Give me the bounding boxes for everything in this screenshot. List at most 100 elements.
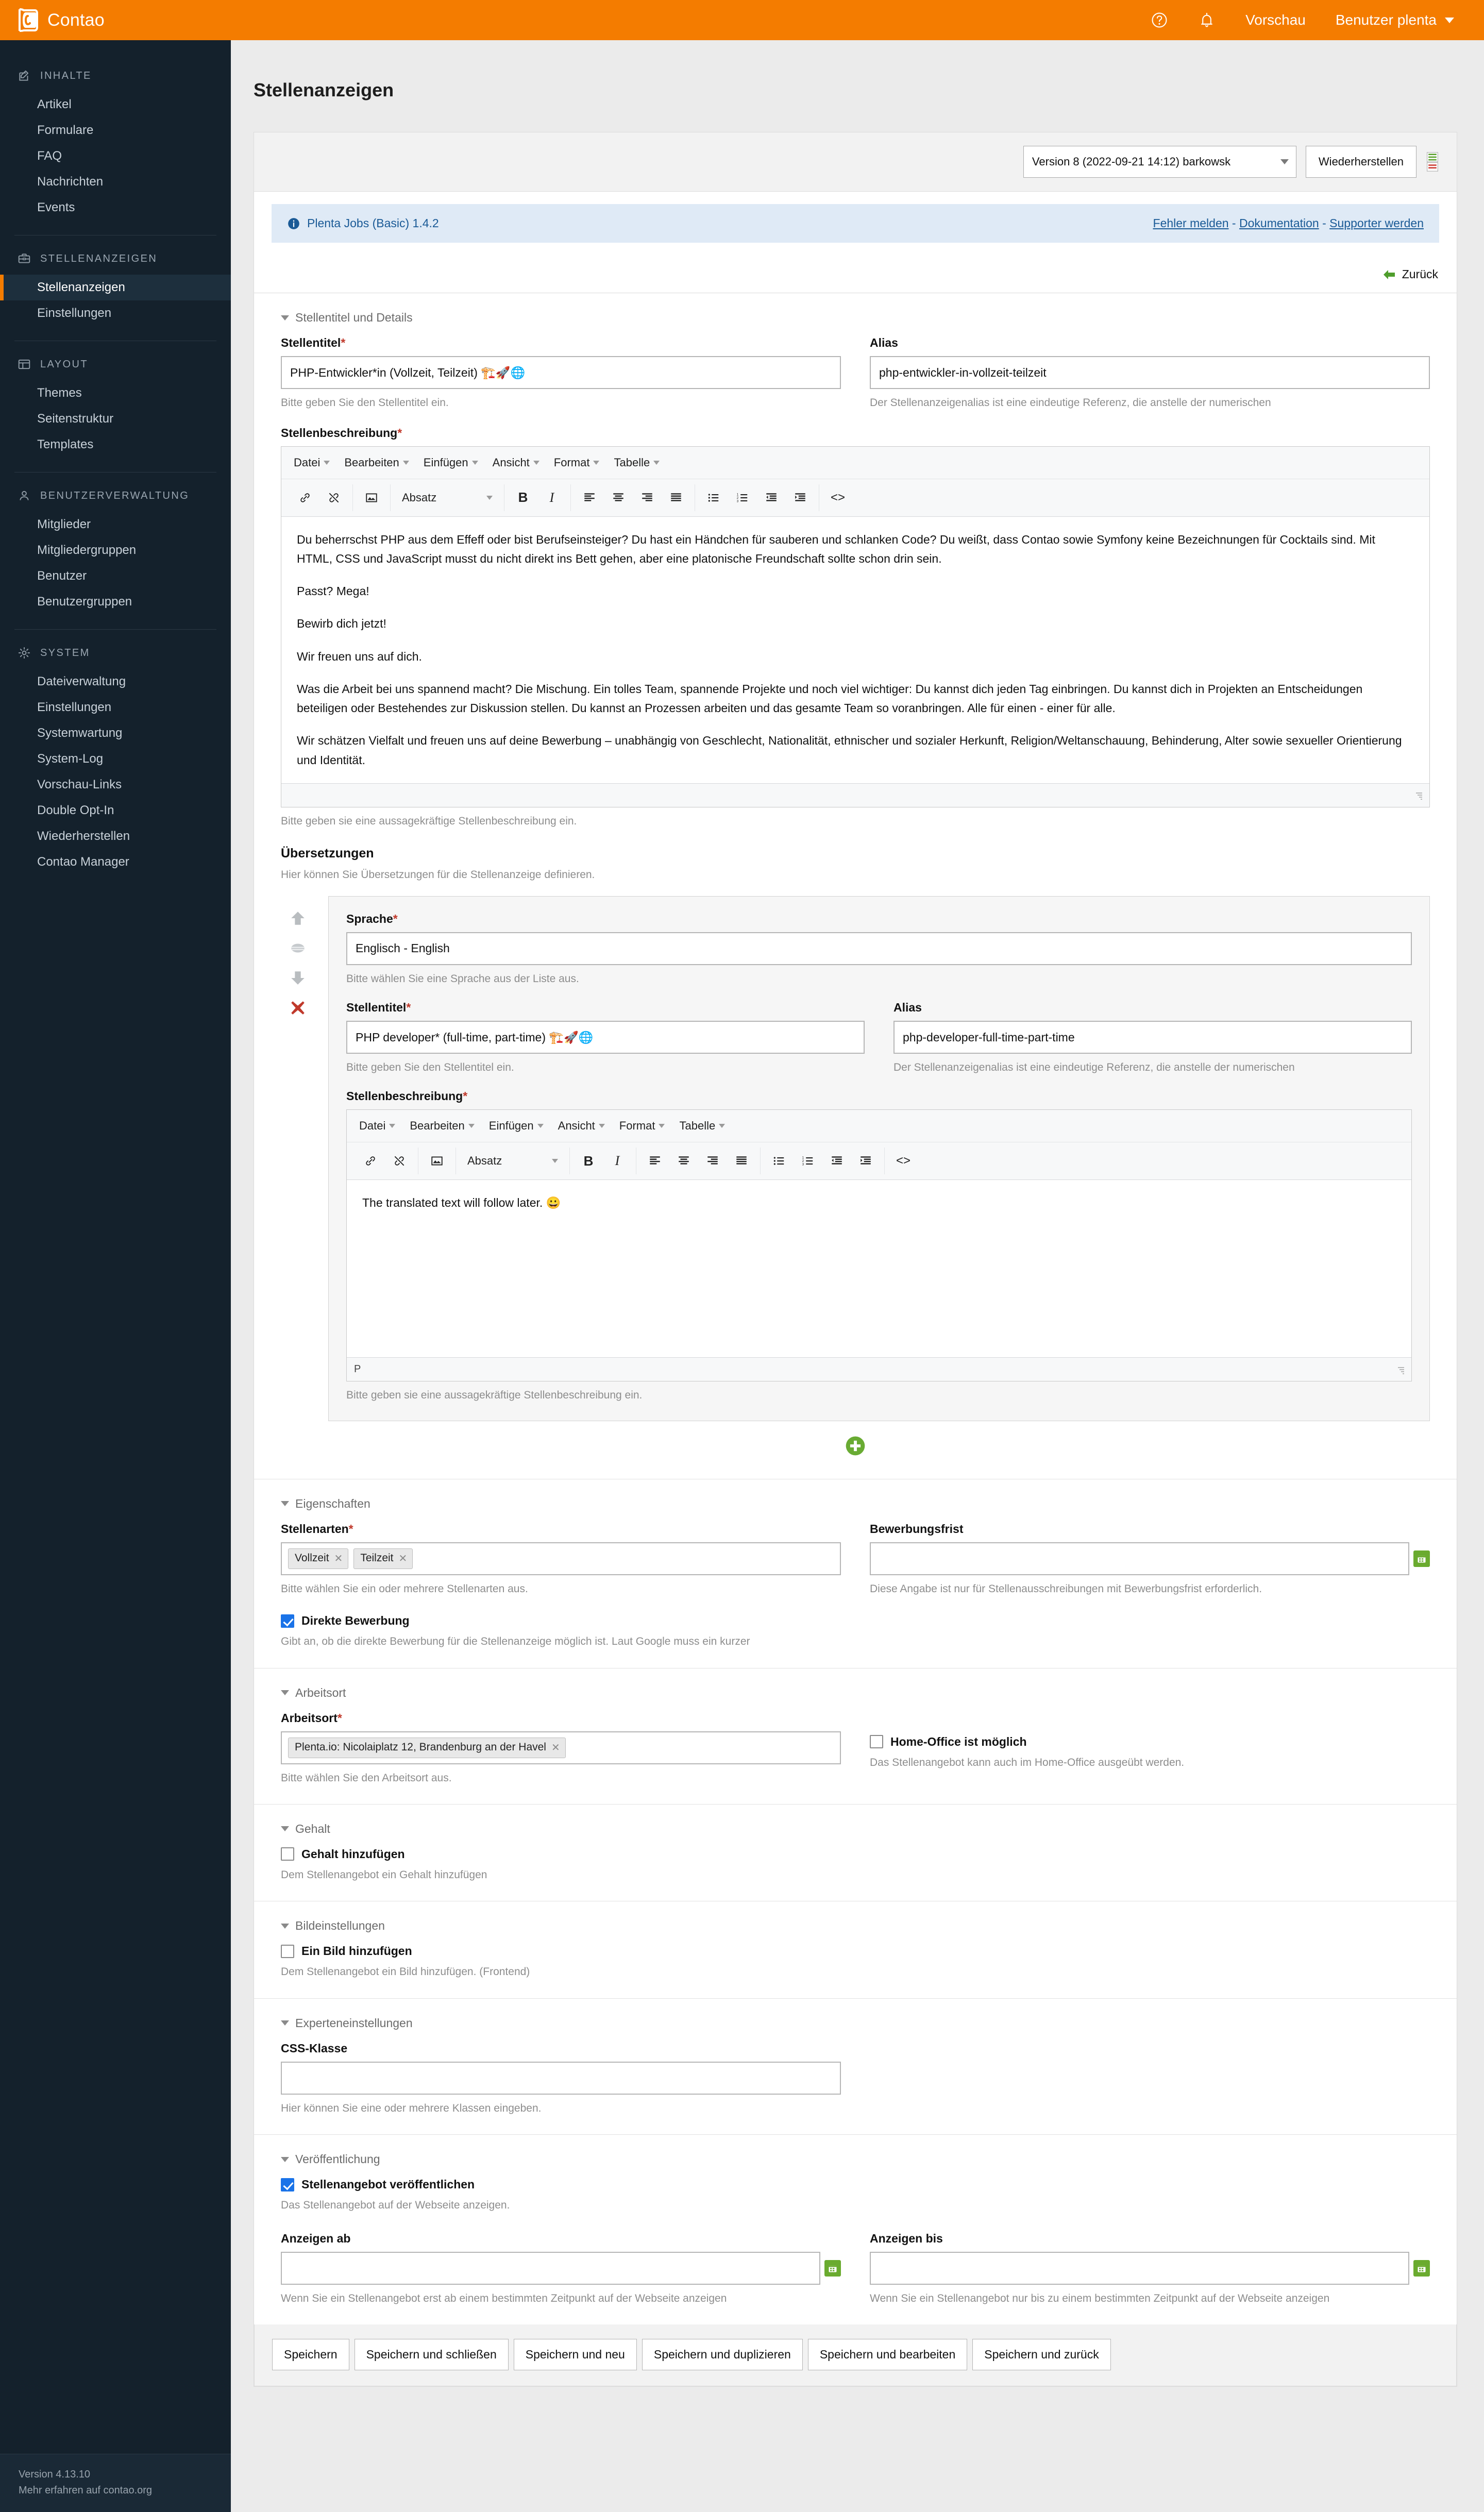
anzeigen-bis-input[interactable] bbox=[870, 2251, 1409, 2285]
editor-menu-bearbeiten[interactable]: Bearbeiten bbox=[337, 454, 416, 471]
editor-menu-ansicht[interactable]: Ansicht bbox=[485, 454, 547, 471]
preview-link[interactable]: Vorschau bbox=[1245, 12, 1306, 28]
align-left-icon[interactable] bbox=[642, 1148, 668, 1174]
align-justify-icon[interactable] bbox=[728, 1148, 755, 1174]
alias-input[interactable] bbox=[870, 356, 1430, 390]
nav-group-header-layout[interactable]: LAYOUT bbox=[0, 349, 231, 380]
editor-content-translation[interactable]: The translated text will follow later. 😀 bbox=[347, 1180, 1411, 1358]
legend-publish[interactable]: Veröffentlichung bbox=[281, 2146, 1430, 2178]
unlink-icon[interactable] bbox=[321, 484, 347, 511]
arrow-up-icon[interactable] bbox=[289, 909, 307, 927]
sprache-select[interactable]: Englisch - English bbox=[346, 932, 1412, 965]
sidebar-item-einstellungen[interactable]: Einstellungen bbox=[0, 300, 231, 326]
homeoffice-checkbox[interactable] bbox=[870, 1735, 883, 1749]
editor-format-select[interactable]: Absatz bbox=[461, 1148, 564, 1174]
sidebar-item-stellenanzeigen[interactable]: Stellenanzeigen bbox=[0, 275, 231, 300]
image-icon[interactable] bbox=[358, 484, 385, 511]
submit-speichern-und-neu[interactable]: Speichern und neu bbox=[513, 2338, 637, 2370]
nav-group-header-stellenanzeigen[interactable]: STELLENANZEIGEN bbox=[0, 244, 231, 275]
drag-handle-icon[interactable] bbox=[289, 939, 307, 957]
submit-speichern[interactable]: Speichern bbox=[272, 2338, 349, 2370]
arbeitsort-tagfield[interactable]: Plenta.io: Nicolaiplatz 12, Brandenburg … bbox=[281, 1731, 841, 1764]
nav-group-header-system[interactable]: SYSTEM bbox=[0, 638, 231, 669]
sidebar-item-benutzergruppen[interactable]: Benutzergruppen bbox=[0, 589, 231, 615]
sidebar-item-seitenstruktur[interactable]: Seitenstruktur bbox=[0, 406, 231, 432]
become-supporter-link[interactable]: Supporter werden bbox=[1329, 216, 1424, 230]
legend-workplace[interactable]: Arbeitsort bbox=[281, 1680, 1430, 1711]
link-icon[interactable] bbox=[292, 484, 318, 511]
back-button[interactable]: Zurück bbox=[1382, 267, 1438, 281]
editor-resize-handle[interactable] bbox=[1413, 790, 1422, 800]
version-diff-icon[interactable] bbox=[1426, 151, 1439, 172]
sidebar-item-artikel[interactable]: Artikel bbox=[0, 92, 231, 117]
add-circle-icon[interactable] bbox=[844, 1435, 867, 1457]
restore-version-button[interactable]: Wiederherstellen bbox=[1305, 146, 1416, 178]
sidebar-item-mitglieder[interactable]: Mitglieder bbox=[0, 512, 231, 537]
editor-format-select[interactable]: Absatz bbox=[396, 484, 499, 511]
bold-icon[interactable]: B bbox=[510, 484, 536, 511]
align-center-icon[interactable] bbox=[605, 484, 632, 511]
calendar-picker-icon[interactable] bbox=[1413, 1550, 1430, 1567]
gehalt-hinzufuegen-checkbox[interactable] bbox=[281, 1847, 294, 1861]
legend-salary[interactable]: Gehalt bbox=[281, 1816, 1430, 1847]
sidebar-item-faq[interactable]: FAQ bbox=[0, 143, 231, 169]
editor-menu-bearbeiten[interactable]: Bearbeiten bbox=[402, 1117, 481, 1135]
nav-group-header-inhalte[interactable]: INHALTE bbox=[0, 61, 231, 92]
submit-speichern-und-schließen[interactable]: Speichern und schließen bbox=[354, 2338, 509, 2370]
submit-speichern-und-bearbeiten[interactable]: Speichern und bearbeiten bbox=[807, 2338, 968, 2370]
source-code-icon[interactable]: <> bbox=[890, 1148, 917, 1174]
report-bug-link[interactable]: Fehler melden bbox=[1153, 216, 1229, 230]
sidebar-item-events[interactable]: Events bbox=[0, 195, 231, 221]
source-code-icon[interactable]: <> bbox=[824, 484, 851, 511]
veroeffentlichen-checkbox[interactable] bbox=[281, 2178, 294, 2191]
sidebar-item-system-log[interactable]: System-Log bbox=[0, 746, 231, 772]
editor-menu-einfügen[interactable]: Einfügen bbox=[416, 454, 485, 471]
legend-properties[interactable]: Eigenschaften bbox=[281, 1491, 1430, 1522]
sidebar-item-systemwartung[interactable]: Systemwartung bbox=[0, 720, 231, 746]
bewerbungsfrist-input[interactable] bbox=[870, 1542, 1409, 1575]
sidebar-item-mitgliedergruppen[interactable]: Mitgliedergruppen bbox=[0, 537, 231, 563]
sidebar-item-dateiverwaltung[interactable]: Dateiverwaltung bbox=[0, 669, 231, 695]
bullet-list-icon[interactable] bbox=[700, 484, 727, 511]
bell-icon[interactable] bbox=[1198, 11, 1216, 29]
indent-icon[interactable] bbox=[787, 484, 814, 511]
sidebar-item-formulare[interactable]: Formulare bbox=[0, 117, 231, 143]
sidebar-item-einstellungen[interactable]: Einstellungen bbox=[0, 695, 231, 720]
numbered-list-icon[interactable]: 123 bbox=[795, 1148, 821, 1174]
sidebar-item-wiederherstellen[interactable]: Wiederherstellen bbox=[0, 823, 231, 849]
sidebar-item-benutzer[interactable]: Benutzer bbox=[0, 563, 231, 589]
italic-icon[interactable]: I bbox=[538, 484, 565, 511]
outdent-icon[interactable] bbox=[823, 1148, 850, 1174]
sidebar-item-nachrichten[interactable]: Nachrichten bbox=[0, 169, 231, 195]
legend-details[interactable]: Stellentitel und Details bbox=[281, 305, 1430, 336]
legend-image[interactable]: Bildeinstellungen bbox=[281, 1913, 1430, 1944]
stellentitel-input[interactable] bbox=[281, 356, 841, 390]
align-justify-icon[interactable] bbox=[663, 484, 689, 511]
translation-alias-input[interactable] bbox=[893, 1021, 1412, 1054]
contao-org-link[interactable]: Mehr erfahren auf contao.org bbox=[19, 2483, 231, 2499]
editor-menu-tabelle[interactable]: Tabelle bbox=[672, 1117, 732, 1135]
legend-expert[interactable]: Experteneinstellungen bbox=[281, 2010, 1430, 2042]
align-right-icon[interactable] bbox=[699, 1148, 726, 1174]
remove-tag-icon[interactable]: ✕ bbox=[334, 1552, 343, 1565]
editor-menu-format[interactable]: Format bbox=[547, 454, 607, 471]
editor-menu-ansicht[interactable]: Ansicht bbox=[551, 1117, 612, 1135]
nav-group-header-benutzerverwaltung[interactable]: BENUTZERVERWALTUNG bbox=[0, 481, 231, 512]
editor-menu-datei[interactable]: Datei bbox=[352, 1117, 402, 1135]
editor-menu-tabelle[interactable]: Tabelle bbox=[606, 454, 667, 471]
numbered-list-icon[interactable]: 123 bbox=[729, 484, 756, 511]
bold-icon[interactable]: B bbox=[575, 1148, 602, 1174]
bild-hinzufuegen-checkbox[interactable] bbox=[281, 1944, 294, 1958]
submit-speichern-und-zurück[interactable]: Speichern und zurück bbox=[972, 2338, 1111, 2370]
direkte-bewerbung-checkbox[interactable] bbox=[281, 1614, 294, 1628]
documentation-link[interactable]: Dokumentation bbox=[1239, 216, 1319, 230]
delete-x-icon[interactable] bbox=[289, 999, 307, 1017]
calendar-picker-icon[interactable] bbox=[824, 2260, 841, 2277]
editor-menu-einfügen[interactable]: Einfügen bbox=[482, 1117, 551, 1135]
sidebar-item-templates[interactable]: Templates bbox=[0, 432, 231, 458]
sidebar-item-vorschau-links[interactable]: Vorschau-Links bbox=[0, 772, 231, 798]
remove-tag-icon[interactable]: ✕ bbox=[551, 1741, 560, 1754]
outdent-icon[interactable] bbox=[758, 484, 785, 511]
editor-content-main[interactable]: Du beherrschst PHP aus dem Effeff oder b… bbox=[281, 516, 1429, 783]
editor-menu-datei[interactable]: Datei bbox=[286, 454, 337, 471]
